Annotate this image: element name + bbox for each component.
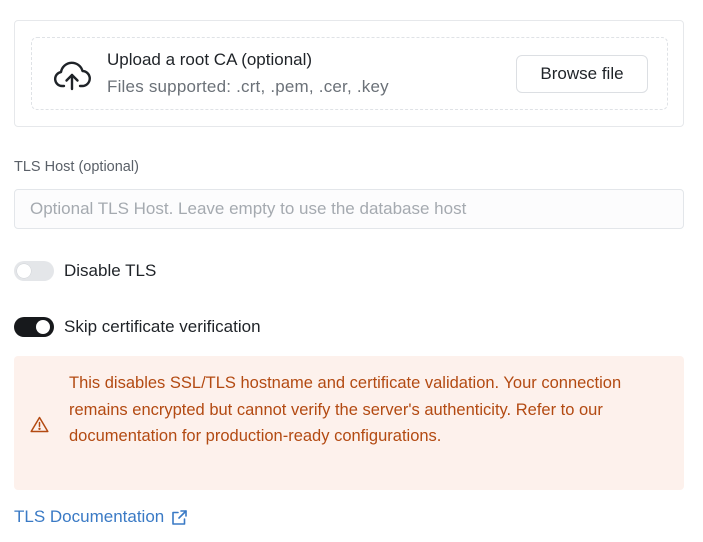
disable-tls-label: Disable TLS	[64, 261, 157, 280]
external-link-icon	[172, 509, 188, 525]
disable-tls-row: Disable TLS	[14, 261, 156, 281]
tls-host-input[interactable]	[14, 189, 684, 229]
warning-banner: This disables SSL/TLS hostname and certi…	[14, 356, 684, 490]
tls-settings-panel: Upload a root CA (optional) Files suppor…	[0, 0, 703, 542]
toggle-knob	[36, 320, 50, 334]
upload-supported-formats: Files supported: .crt, .pem, .cer, .key	[107, 77, 389, 96]
warning-triangle-icon	[30, 416, 49, 433]
toggle-knob	[17, 264, 31, 278]
disable-tls-toggle[interactable]	[14, 261, 54, 281]
upload-dropzone[interactable]: Upload a root CA (optional) Files suppor…	[31, 37, 668, 110]
warning-text: This disables SSL/TLS hostname and certi…	[69, 374, 622, 445]
tls-host-label: TLS Host (optional)	[14, 159, 139, 175]
docs-link-label: TLS Documentation	[14, 507, 165, 526]
skip-verification-label: Skip certificate verification	[64, 317, 261, 336]
browse-file-button[interactable]: Browse file	[516, 55, 648, 93]
skip-verification-toggle[interactable]	[14, 317, 54, 337]
skip-verification-row: Skip certificate verification	[14, 317, 261, 337]
tls-documentation-link[interactable]: TLS Documentation	[14, 507, 188, 527]
cloud-upload-icon	[53, 61, 91, 91]
upload-title: Upload a root CA (optional)	[107, 50, 313, 69]
upload-card: Upload a root CA (optional) Files suppor…	[14, 20, 684, 127]
